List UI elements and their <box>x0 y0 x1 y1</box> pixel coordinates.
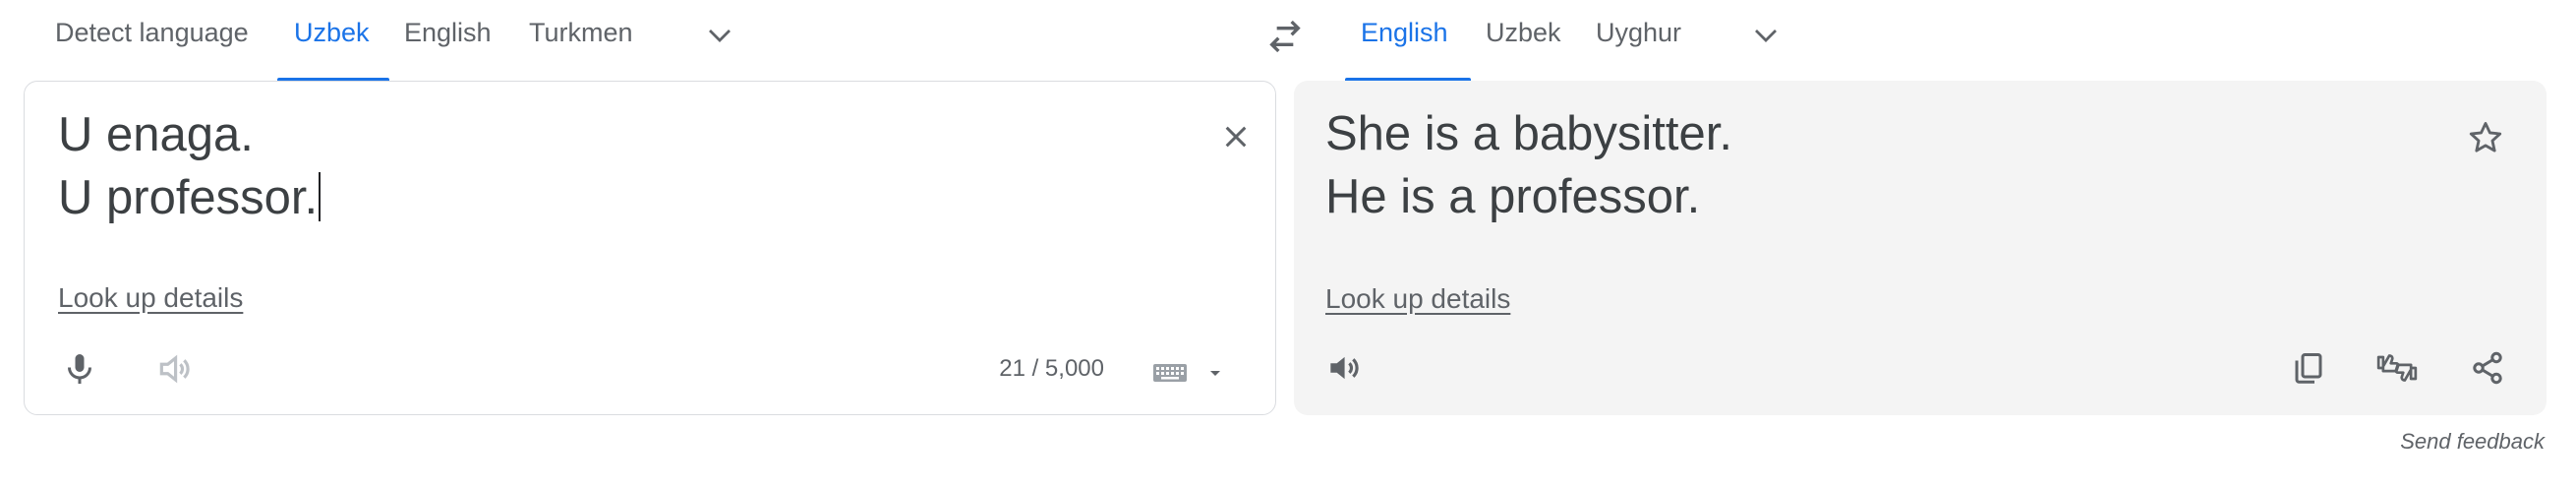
character-counter: 21 / 5,000 <box>999 355 1104 382</box>
tab-source-uzbek[interactable]: Uzbek <box>294 18 370 48</box>
tab-target-uyghur[interactable]: Uyghur <box>1596 18 1681 48</box>
more-source-languages-button[interactable] <box>698 14 741 57</box>
source-text-panel: U enaga. U professor. Look up details 21 … <box>24 81 1276 415</box>
send-feedback-link[interactable]: Send feedback <box>2400 429 2545 455</box>
thumbs-rate-icon <box>2376 354 2418 382</box>
source-line-2: U professor. <box>58 166 322 229</box>
tab-source-turkmen[interactable]: Turkmen <box>529 18 633 48</box>
source-text-input[interactable]: U enaga. U professor. <box>58 103 322 229</box>
chevron-down-icon <box>1755 30 1777 42</box>
save-translation-button[interactable] <box>2458 110 2513 165</box>
tab-source-english[interactable]: English <box>404 18 492 48</box>
share-translation-button[interactable] <box>2460 340 2515 396</box>
chevron-down-icon <box>709 30 731 42</box>
microphone-icon <box>68 354 91 384</box>
listen-source-button[interactable] <box>146 341 202 396</box>
input-tools-button[interactable] <box>1145 345 1234 400</box>
close-icon <box>1225 126 1247 148</box>
rate-translation-button[interactable] <box>2370 340 2425 396</box>
share-icon <box>2473 351 2502 385</box>
translation-line-2: He is a professor. <box>1325 170 1701 223</box>
tab-target-uzbek[interactable]: Uzbek <box>1486 18 1561 48</box>
listen-translation-button[interactable] <box>1316 340 1371 396</box>
translation-look-up-details-link[interactable]: Look up details <box>1325 283 1510 315</box>
more-target-languages-button[interactable] <box>1744 14 1787 57</box>
copy-translation-button[interactable] <box>2281 340 2336 396</box>
tab-detect-language[interactable]: Detect language <box>55 18 249 48</box>
translation-output: She is a babysitter. He is a professor. <box>1325 102 1732 228</box>
source-line-1: U enaga. <box>58 108 254 161</box>
swap-languages-button[interactable] <box>1259 10 1312 63</box>
swap-languages-icon <box>1269 20 1301 53</box>
clear-source-button[interactable] <box>1208 109 1263 164</box>
caret-down-icon <box>1210 371 1220 376</box>
speaker-icon <box>159 354 190 384</box>
copy-icon <box>2295 353 2322 384</box>
source-look-up-details-link[interactable]: Look up details <box>58 282 243 314</box>
tab-target-english[interactable]: English <box>1361 18 1448 48</box>
translation-panel: She is a babysitter. He is a professor. L… <box>1294 81 2547 415</box>
star-icon <box>2469 122 2502 152</box>
translation-line-1: She is a babysitter. <box>1325 107 1733 160</box>
speaker-icon <box>1330 356 1359 380</box>
voice-input-button[interactable] <box>52 341 107 396</box>
keyboard-icon <box>1153 364 1187 382</box>
text-caret <box>319 172 322 221</box>
